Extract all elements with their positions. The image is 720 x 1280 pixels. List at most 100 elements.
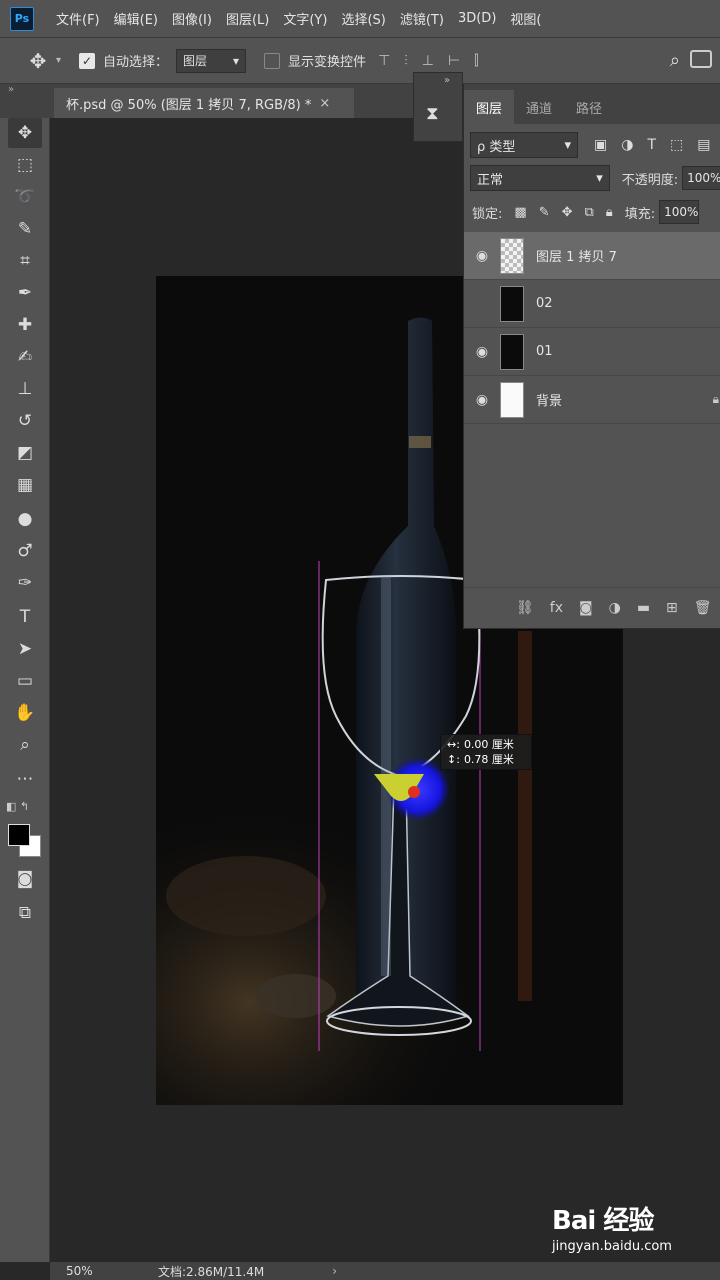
document-tab[interactable]: 杯.psd @ 50% (图层 1 拷贝 7, RGB/8) * × [54,88,354,118]
eraser-tool-icon[interactable]: ◩ [8,438,42,468]
layer-row[interactable]: ◉ 图层 1 拷贝 7 [464,232,720,280]
align-top-icon[interactable]: ⊤ [378,53,390,69]
layer-row[interactable]: ◉ 01 [464,328,720,376]
opacity-label: 不透明度: [621,172,679,188]
photoshop-logo-icon: Ps [10,6,34,31]
brush-tool-icon[interactable]: ✍ [8,342,42,372]
path-select-tool-icon[interactable]: ➤ [8,634,42,664]
fx-icon[interactable]: fx [550,600,563,616]
fill-label: 填充: [624,206,656,222]
type-tool-icon[interactable]: T [8,602,42,632]
lock-pixels-icon[interactable]: ✎ [539,205,550,220]
trash-icon[interactable]: 🗑︎ [694,600,712,616]
zoom-tool-icon[interactable]: ⌕ [8,730,42,760]
layer-name: 背景 [536,394,563,409]
hand-tool-icon[interactable]: ✋ [8,698,42,728]
marquee-tool-icon[interactable]: ⬚ [8,150,42,180]
expand-panels-icon[interactable]: » [444,75,450,86]
quick-select-tool-icon[interactable]: ✎ [8,214,42,244]
type-filter-icon[interactable]: T [647,137,656,153]
close-icon[interactable]: × [319,96,330,111]
history-brush-tool-icon[interactable]: ↺ [8,406,42,436]
menu-file[interactable]: 文件(F) [56,9,100,28]
status-menu-icon[interactable]: › [332,1264,337,1278]
gradient-tool-icon[interactable]: ▦ [8,470,42,500]
menu-3d[interactable]: 3D(D) [458,11,496,26]
healing-brush-tool-icon[interactable]: ✚ [8,310,42,340]
pixel-filter-icon[interactable]: ▣ [594,137,607,153]
adjustment-icon[interactable]: ◑ [609,600,621,616]
align-left-icon[interactable]: ⊢ [448,53,460,69]
link-icon[interactable]: ⛓ [516,600,534,616]
measure-v-label: ↕: [447,753,460,766]
align-hcenter-icon[interactable]: ⫿ [474,53,478,69]
more-tools-icon[interactable]: ⋯ [8,764,42,794]
lock-icons: ▩ ✎ ✥ ⧉ 🔒︎ [514,205,612,220]
search-icon[interactable]: ⌕ [670,50,680,71]
align-bottom-icon[interactable]: ⊥ [422,53,434,69]
lock-transparency-icon[interactable]: ▩ [514,205,526,220]
eyedropper-tool-icon[interactable]: ✒ [8,278,42,308]
fill-input[interactable]: 100% [659,200,700,224]
layer-filter-dropdown[interactable]: ρ 类型 ▾ [470,132,578,158]
tab-layers[interactable]: 图层 [464,90,515,124]
menu-select[interactable]: 选择(S) [341,9,385,28]
clone-stamp-tool-icon[interactable]: ⊥ [8,374,42,404]
folder-icon[interactable]: ▬ [637,600,650,616]
rectangle-tool-icon[interactable]: ▭ [8,666,42,696]
auto-select-dropdown[interactable]: 图层 ▾ [176,48,247,73]
tab-paths[interactable]: 路径 [564,90,614,124]
layer-row[interactable]: ◉ 02 [464,280,720,328]
measure-h-label: ↔: [447,738,460,751]
lock-artboard-icon[interactable]: ⧉ [585,205,594,220]
workspace-icon[interactable] [690,50,712,68]
zoom-level[interactable]: 50% [66,1264,126,1278]
show-transform-label: 显示变换控件 [288,55,367,70]
layer-filter-row: ρ 类型 ▾ ▣ ◑ T ⬚ ▤ [464,130,720,160]
smart-object-filter-icon[interactable]: ▤ [697,137,710,153]
move-tool-preset-icon[interactable]: ✥ [24,47,52,75]
opacity-input[interactable]: 100% [682,166,720,190]
options-bar: ✥ ▾ ✓ 自动选择： 图层 ▾ 显示变换控件 ⊤ ⫶ ⊥ ⊢ ⫿ ⌕ [0,38,720,84]
lasso-tool-icon[interactable]: ➰ [8,182,42,212]
history-panel-icon[interactable]: ⧗ [426,103,439,124]
shape-filter-icon[interactable]: ⬚ [670,137,683,153]
dodge-tool-icon[interactable]: ♂ [8,536,42,566]
foreground-color-swatch[interactable] [8,824,30,846]
crop-tool-icon[interactable]: ⌗ [8,246,42,276]
screen-mode-icon[interactable]: ⧉ [8,898,42,928]
auto-select-checkbox[interactable]: ✓ [79,52,96,69]
layer-name: 01 [536,344,553,359]
layer-name: 图层 1 拷贝 7 [536,250,617,265]
blend-mode-dropdown[interactable]: 正常 ▾ [470,165,610,191]
menu-image[interactable]: 图像(I) [172,9,212,28]
layer-name: 02 [536,296,553,311]
move-tool-icon[interactable]: ✥ [8,118,42,148]
menu-type[interactable]: 文字(Y) [283,9,327,28]
chevron-down-icon[interactable]: ▾ [56,55,61,66]
menu-layer[interactable]: 图层(L) [226,9,269,28]
menu-edit[interactable]: 编辑(E) [114,9,158,28]
lock-all-icon[interactable]: 🔒︎ [606,205,613,220]
collapse-icon[interactable]: » [8,84,14,95]
eye-icon[interactable]: ◉ [464,344,500,360]
align-vcenter-icon[interactable]: ⫶ [404,53,408,69]
mask-icon[interactable]: ◙ [579,600,593,616]
pen-tool-icon[interactable]: ✑ [8,568,42,598]
eye-icon[interactable]: ◉ [464,248,500,264]
eye-icon[interactable]: ◉ [464,392,500,408]
tab-channels[interactable]: 通道 [514,90,564,124]
menu-view[interactable]: 视图( [510,9,541,28]
watermark-url: jingyan.baidu.com [552,1239,672,1254]
menu-filter[interactable]: 滤镜(T) [400,9,444,28]
adjustment-filter-icon[interactable]: ◑ [621,137,633,153]
blur-tool-icon[interactable]: ● [8,504,42,534]
chevron-down-icon: ▾ [233,53,240,68]
lock-position-icon[interactable]: ✥ [562,205,573,220]
quick-mask-icon[interactable]: ◙ [8,864,42,894]
layer-row[interactable]: ◉ 背景 🔒︎ [464,376,720,424]
new-layer-icon[interactable]: ⊞ [666,600,678,616]
measure-h-value: 0.00 厘米 [463,738,514,751]
show-transform-checkbox[interactable] [264,52,281,69]
swap-colors-icon[interactable]: ◧ ↰ [6,800,29,813]
